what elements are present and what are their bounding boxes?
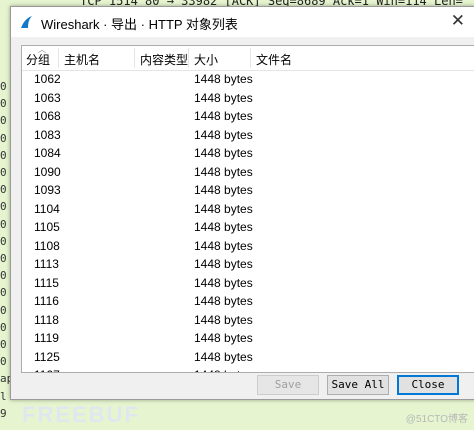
wireshark-fin-icon [21, 16, 32, 28]
save-all-button[interactable]: Save All [327, 375, 389, 395]
table-row[interactable]: 1116 1448 bytes [22, 292, 474, 311]
size-cell: 1448 bytes [194, 183, 253, 197]
size-cell: 1448 bytes [194, 72, 253, 86]
packet-number-cell: 1104 [34, 201, 60, 216]
packet-number-cell: 1125 [34, 349, 60, 364]
table-row[interactable]: 1108 1448 bytes [22, 237, 474, 256]
packet-number-cell: 1108 [34, 238, 60, 253]
gutter-mark: 0 [0, 355, 7, 369]
packet-number-cell: 1113 [34, 257, 59, 271]
table-row[interactable]: 1062 1448 bytes [22, 70, 474, 89]
watermark-logo: FREEBUF [22, 402, 140, 427]
http-objects-table: ︿ 分组 主机名 内容类型 大小 文件名 1062 1448 bytes 1063 1… [21, 45, 474, 373]
size-cell: 1448 bytes [194, 238, 253, 253]
size-cell: 1448 bytes [194, 164, 253, 179]
gutter-mark: 0 [0, 252, 7, 265]
gutter-mark: 0 [0, 269, 7, 283]
close-button[interactable]: Close [397, 375, 459, 395]
table-row[interactable]: 1083 1448 bytes [22, 126, 474, 145]
gutter-mark: 9 [0, 406, 7, 420]
size-cell: 1448 bytes [194, 109, 253, 123]
gutter-mark: 0 [0, 80, 7, 93]
table-row[interactable]: 1119 1448 bytes [22, 329, 474, 348]
column-header-size[interactable]: 大小 [194, 51, 218, 68]
gutter-mark: 0 [0, 303, 7, 317]
size-cell: 1448 bytes [194, 294, 253, 308]
packet-number-cell: 1093 [34, 183, 61, 197]
gutter-mark: 0 [0, 234, 7, 248]
table-row[interactable]: 1084 1448 bytes [22, 144, 474, 163]
packet-number-cell: 1068 [34, 109, 61, 123]
size-cell: 1448 bytes [194, 220, 253, 234]
table-row[interactable]: 1105 1448 bytes [22, 218, 474, 237]
gutter-mark: 0 [0, 97, 7, 111]
packet-number-cell: 1090 [34, 164, 61, 179]
gutter-mark: 0 [0, 320, 7, 334]
table-row[interactable]: 1115 1448 bytes [22, 274, 474, 293]
table-row[interactable]: 1093 1448 bytes [22, 181, 474, 200]
window-title: Wireshark · 导出 · HTTP 对象列表 [41, 17, 238, 32]
column-divider[interactable] [188, 48, 189, 68]
title-bar: Wireshark · 导出 · HTTP 对象列表 ✕ [11, 7, 474, 37]
size-cell: 1448 bytes [194, 201, 253, 216]
gutter-mark: 0 [0, 338, 7, 351]
dialog-button-bar: Save Save All Close [11, 371, 474, 399]
column-header-filename[interactable]: 文件名 [256, 51, 292, 68]
export-http-objects-dialog: Wireshark · 导出 · HTTP 对象列表 ✕ ︿ 分组 主机名 内容… [10, 6, 474, 400]
gutter-mark: l [0, 389, 7, 403]
save-button[interactable]: Save [257, 375, 319, 395]
packet-list-gutter: 0 0 0 0 0 0 0 0 0 0 0 0 0 0 0 0 0 ap l 9 [0, 0, 13, 430]
column-divider[interactable] [250, 48, 251, 68]
column-header-hostname[interactable]: 主机名 [64, 51, 100, 68]
table-row[interactable]: 1118 1448 bytes [22, 311, 474, 330]
packet-number-cell: 1083 [34, 127, 61, 142]
table-row[interactable]: 1113 1448 bytes [22, 255, 474, 274]
table-header: ︿ 分组 主机名 内容类型 大小 文件名 [22, 46, 474, 71]
gutter-mark: 0 [0, 148, 7, 162]
gutter-mark: 0 [0, 183, 7, 197]
column-divider[interactable] [58, 48, 59, 68]
size-cell: 1448 bytes [194, 90, 253, 105]
packet-number-cell: 1116 [34, 294, 59, 308]
packet-number-cell: 1062 [34, 72, 61, 86]
packet-number-cell: 1105 [34, 220, 60, 234]
column-header-content-type[interactable]: 内容类型 [140, 51, 188, 68]
packet-number-cell: 1119 [34, 331, 59, 345]
size-cell: 1448 bytes [194, 312, 253, 327]
packet-number-cell: 1084 [34, 146, 61, 160]
table-row[interactable]: 1125 1448 bytes [22, 348, 474, 367]
packet-number-cell: 1063 [34, 90, 61, 105]
gutter-mark: 0 [0, 217, 7, 231]
size-cell: 1448 bytes [194, 349, 253, 364]
table-row[interactable]: 1104 1448 bytes [22, 200, 474, 219]
table-row[interactable]: 1090 1448 bytes [22, 163, 474, 182]
packet-number-cell: 1118 [34, 312, 59, 327]
close-window-icon[interactable]: ✕ [451, 11, 465, 31]
packet-number-cell: 1115 [34, 275, 59, 290]
watermark-source: @51CTO博客 [405, 414, 468, 425]
table-row[interactable]: 1068 1448 bytes [22, 107, 474, 126]
table-body: 1062 1448 bytes 1063 1448 bytes 1068 1448 byt… [22, 70, 474, 372]
column-header-packet[interactable]: 分组 [26, 51, 50, 68]
size-cell: 1448 bytes [194, 146, 253, 160]
gutter-mark: 0 [0, 166, 7, 179]
gutter-mark: 0 [0, 114, 7, 128]
gutter-mark: 0 [0, 286, 7, 300]
size-cell: 1448 bytes [194, 331, 253, 345]
size-cell: 1448 bytes [194, 127, 253, 142]
gutter-mark: 0 [0, 131, 7, 145]
size-cell: 1448 bytes [194, 257, 253, 271]
table-row[interactable]: 1063 1448 bytes [22, 89, 474, 108]
gutter-mark: 0 [0, 200, 7, 214]
size-cell: 1448 bytes [194, 275, 253, 290]
column-divider[interactable] [134, 48, 135, 68]
